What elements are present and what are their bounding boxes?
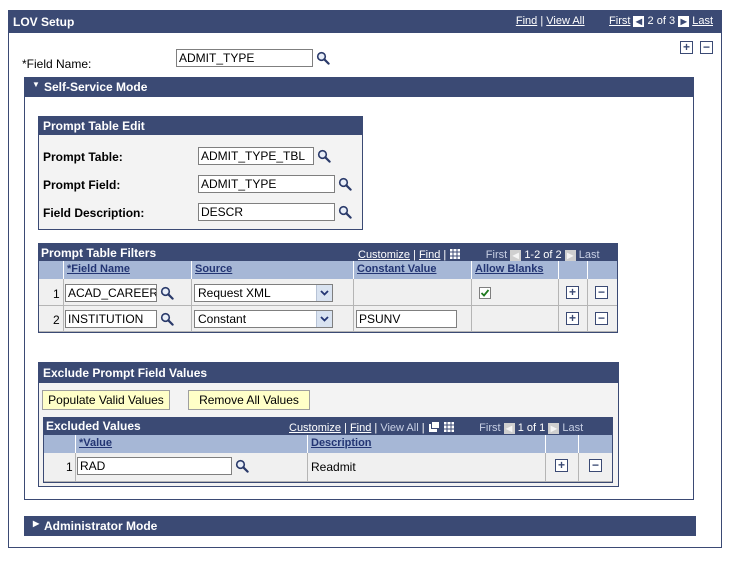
last-link[interactable]: Last	[692, 15, 713, 27]
self-service-section-header[interactable]: ▼ Self-Service Mode	[24, 77, 694, 97]
excluded-customize-link[interactable]: Customize	[289, 422, 341, 434]
add-filter-row-plus-icon[interactable]: +	[566, 312, 579, 325]
delete-filter-row-minus-icon[interactable]: −	[595, 312, 608, 325]
field-name-lookup-magnifier-icon[interactable]	[316, 51, 330, 65]
filter-field-lookup-magnifier-icon[interactable]	[160, 312, 174, 326]
field-name-column-header[interactable]: *Field Name	[64, 261, 192, 279]
allow-blanks-checkbox[interactable]	[479, 287, 491, 299]
description-column-header[interactable]: Description	[308, 435, 546, 453]
field-description-lookup-magnifier-icon[interactable]	[338, 205, 352, 219]
filters-find-link[interactable]: Find	[419, 249, 440, 261]
filter-field-name-input[interactable]: INSTITUTION	[65, 310, 157, 328]
field-name-label: *Field Name:	[22, 57, 92, 71]
prompt-table-edit-title: Prompt Table Edit	[43, 119, 145, 133]
excluded-previous-arrow-icon: ◀	[503, 422, 515, 434]
prompt-field-label: Prompt Field:	[43, 178, 121, 192]
dropdown-arrow-icon[interactable]	[316, 285, 332, 301]
panel-title: LOV Setup	[13, 15, 75, 29]
filters-first-label: First	[485, 249, 508, 261]
delete-filter-row-minus-icon[interactable]: −	[595, 286, 608, 299]
excluded-view-all-label: View All	[380, 422, 419, 434]
filters-previous-arrow-icon: ◀	[510, 249, 522, 261]
field-description-input[interactable]: DESCR	[198, 203, 335, 221]
prompt-table-filters-title: Prompt Table Filters	[41, 246, 157, 260]
row-number: 1	[53, 287, 60, 301]
add-row-plus-icon[interactable]: +	[680, 41, 693, 54]
excluded-find-link[interactable]: Find	[350, 422, 371, 434]
row-number-column-header	[44, 435, 76, 453]
row-count: 2 of 3	[647, 15, 676, 27]
excluded-values-title: Excluded Values	[46, 419, 141, 433]
field-description-label: Field Description:	[43, 206, 145, 220]
previous-arrow-icon[interactable]: ◀	[633, 15, 645, 27]
row-number: 1	[66, 460, 73, 474]
prompt-field-input[interactable]: ADMIT_TYPE	[198, 175, 335, 193]
delete-column-header	[588, 261, 617, 279]
source-select[interactable]: Request XML	[194, 284, 333, 302]
filters-customize-link[interactable]: Customize	[358, 249, 410, 261]
excluded-next-arrow-icon: ▶	[548, 422, 560, 434]
filter-field-name-input[interactable]: ACAD_CAREER	[65, 284, 157, 302]
source-column-header[interactable]: Source	[192, 261, 354, 279]
filters-last-label: Last	[578, 249, 600, 261]
excluded-value-lookup-magnifier-icon[interactable]	[235, 459, 249, 473]
constant-value-column-header[interactable]: Constant Value	[354, 261, 472, 279]
value-column-header[interactable]: *Value	[76, 435, 308, 453]
expand-triangle-icon[interactable]: ▶	[33, 519, 39, 528]
source-select-value: Constant	[198, 312, 247, 326]
excluded-last-label: Last	[562, 422, 584, 434]
add-column-header	[559, 261, 588, 279]
prompt-table-input[interactable]: ADMIT_TYPE_TBL	[198, 147, 314, 165]
excluded-first-label: First	[479, 422, 501, 434]
exclude-values-title: Exclude Prompt Field Values	[43, 366, 208, 380]
lov-setup-header: LOV Setup Find | View All First ◀ 2 of 3…	[9, 11, 721, 33]
add-filter-row-plus-icon[interactable]: +	[566, 286, 579, 299]
add-excluded-row-plus-icon[interactable]: +	[555, 459, 568, 472]
new-window-icon[interactable]	[427, 421, 440, 433]
self-service-title: Self-Service Mode	[44, 80, 148, 94]
next-arrow-icon[interactable]: ▶	[678, 15, 690, 27]
filters-row-count: 1-2 of 2	[524, 249, 562, 261]
filter-field-lookup-magnifier-icon[interactable]	[160, 286, 174, 300]
administrator-mode-title: Administrator Mode	[44, 519, 158, 533]
administrator-mode-section-header[interactable]: ▶ Administrator Mode	[24, 516, 696, 536]
header-navigation: Find | View All First ◀ 2 of 3 ▶ Last	[515, 15, 713, 27]
constant-value-input[interactable]: PSUNV	[356, 310, 457, 328]
excluded-row-count: 1 of 1	[517, 422, 546, 434]
field-name-input[interactable]: ADMIT_TYPE	[176, 49, 313, 67]
row-number: 2	[53, 313, 60, 327]
view-all-link[interactable]: View All	[546, 15, 584, 27]
delete-row-minus-icon[interactable]: −	[700, 41, 713, 54]
find-link[interactable]: Find	[516, 15, 537, 27]
delete-column-header	[579, 435, 612, 453]
exclude-values-header: Exclude Prompt Field Values	[39, 363, 618, 383]
source-select-value: Request XML	[198, 286, 271, 300]
excluded-value-description: Readmit	[311, 460, 356, 474]
filters-grid-navigation: Customize | Find | First ◀ 1-2 of 2 ▶ La…	[358, 248, 600, 261]
spreadsheet-download-icon[interactable]	[443, 421, 455, 433]
source-select[interactable]: Constant	[194, 310, 333, 328]
remove-all-values-button[interactable]: Remove All Values	[188, 390, 310, 410]
excluded-value-input[interactable]: RAD	[77, 457, 232, 475]
prompt-table-edit-header: Prompt Table Edit	[39, 117, 362, 135]
prompt-field-lookup-magnifier-icon[interactable]	[338, 177, 352, 191]
excluded-grid-navigation: Customize | Find | View All | First ◀ 1 …	[289, 421, 584, 434]
delete-excluded-row-minus-icon[interactable]: −	[589, 459, 602, 472]
populate-valid-values-button[interactable]: Populate Valid Values	[42, 390, 170, 410]
first-link[interactable]: First	[609, 15, 630, 27]
row-number-column-header	[39, 261, 64, 279]
collapse-triangle-icon[interactable]: ▼	[32, 80, 40, 89]
prompt-table-lookup-magnifier-icon[interactable]	[317, 149, 331, 163]
spreadsheet-download-icon[interactable]	[449, 248, 461, 260]
dropdown-arrow-icon[interactable]	[316, 311, 332, 327]
filters-next-arrow-icon: ▶	[564, 249, 576, 261]
allow-blanks-column-header[interactable]: Allow Blanks	[472, 261, 559, 279]
checkmark-icon	[480, 289, 490, 297]
prompt-table-label: Prompt Table:	[43, 150, 123, 164]
add-column-header	[546, 435, 579, 453]
